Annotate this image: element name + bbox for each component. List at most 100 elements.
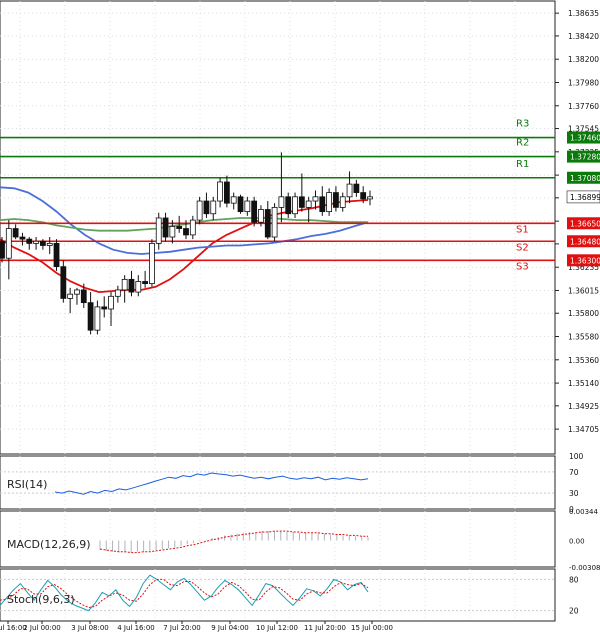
- candle-body: [230, 196, 237, 204]
- time-tick-label: 11 Jul 20:00: [304, 624, 346, 632]
- level-price-text: 1.36650: [570, 219, 600, 228]
- candle-body: [53, 242, 60, 268]
- last-price-tag: 1.36899: [566, 190, 600, 204]
- level-price-text: 1.36480: [570, 237, 600, 246]
- level-label: S2: [516, 242, 529, 253]
- level-price-text: 1.37460: [570, 134, 600, 143]
- candle-body: [74, 289, 80, 295]
- time-tick-label: 15 Jul 00:00: [351, 624, 393, 632]
- time-tick-label: 10 Jul 12:00: [256, 624, 298, 632]
- candle-body: [203, 200, 210, 215]
- stochastic-tick-label: 20: [569, 607, 579, 616]
- price-tick-label: 1.35360: [568, 356, 599, 365]
- trading-chart: R3 R2 R1 S1 S2 S3 1.38635 1.38420 1.38200 1.3798…: [0, 0, 600, 632]
- candle-body: [80, 289, 87, 304]
- candle-body: [346, 183, 353, 198]
- candle-body: [12, 228, 19, 238]
- price-tick-label: 1.35580: [568, 333, 599, 342]
- candle-body: [46, 242, 53, 246]
- price-tick-label: 1.34705: [568, 425, 599, 434]
- candle-body: [67, 293, 74, 299]
- candle-body: [305, 200, 312, 208]
- macd-title: MACD(12,26,9): [7, 538, 91, 551]
- time-tick-label: 7 Jul 20:00: [163, 624, 201, 632]
- candle-body: [196, 200, 203, 221]
- candle-body: [244, 200, 251, 213]
- macd-tick-label: 0.00: [569, 538, 585, 546]
- candle-body: [176, 226, 183, 229]
- stochastic-title: Stoch(9,6,3): [7, 593, 75, 606]
- price-tick-label: 1.35140: [568, 379, 599, 388]
- candle-body: [278, 196, 285, 208]
- price-tick-label: 1.34925: [568, 402, 599, 411]
- time-tick-label: 2 Jul 00:00: [23, 624, 61, 632]
- candle-body: [258, 209, 264, 223]
- candle-body: [223, 181, 230, 204]
- price-tick-label: 1.38420: [568, 32, 599, 41]
- rsi-tick-label: 70: [569, 468, 579, 477]
- candle-body: [183, 228, 189, 236]
- level-price-text: 1.37080: [570, 174, 600, 183]
- candle-body: [319, 196, 326, 213]
- candle-body: [94, 306, 101, 331]
- price-tick-label: 1.36015: [568, 286, 599, 295]
- candle-body: [33, 240, 39, 244]
- level-label: R2: [516, 138, 529, 149]
- candle-body: [162, 217, 169, 238]
- candle-body: [298, 196, 305, 208]
- candle-body: [312, 196, 319, 202]
- candle-body: [353, 183, 360, 193]
- price-tick-label: 1.37980: [568, 78, 599, 87]
- macd-tick-label: 0.00344: [569, 508, 598, 516]
- candle-body: [360, 192, 367, 200]
- candle-body: [264, 209, 271, 238]
- stochastic-axis: 80 20: [569, 575, 579, 615]
- level-label: R1: [516, 159, 529, 170]
- candle-body: [5, 228, 12, 259]
- candle-body: [333, 192, 339, 208]
- candle-body: [60, 266, 67, 299]
- candle-body: [87, 302, 94, 331]
- candle-body: [101, 306, 108, 310]
- candle-body: [326, 192, 333, 213]
- level-price-text: 1.37280: [570, 153, 600, 162]
- macd-axis: 0.00344 0.00 -0.00308: [569, 508, 600, 572]
- level-price-text: 1.36300: [570, 256, 600, 265]
- candle-body: [19, 236, 26, 240]
- rsi-panel: RSI(14) 10070300: [0, 452, 584, 514]
- stochastic-tick-label: 80: [569, 575, 579, 584]
- last-price-label: 1.36899: [570, 193, 600, 202]
- candle-body: [367, 196, 373, 200]
- candle-body: [251, 200, 258, 223]
- time-tick-label: 9 Jul 04:00: [211, 624, 249, 632]
- candle-body: [271, 206, 278, 238]
- rsi-tick-label: 100: [569, 452, 584, 461]
- candle-body: [114, 289, 121, 297]
- time-axis: 1 Jul 16:002 Jul 00:003 Jul 08:004 Jul 1…: [0, 621, 393, 632]
- candle-body: [142, 281, 149, 284]
- candle-body: [169, 226, 176, 238]
- price-tick-label: 1.38635: [568, 9, 599, 18]
- candle-body: [339, 196, 346, 208]
- candle-body: [217, 181, 223, 202]
- candle-body: [128, 278, 135, 293]
- candle-body: [108, 295, 114, 310]
- candle-body: [210, 200, 217, 215]
- macd-tick-label: -0.00308: [569, 564, 600, 572]
- candle-body: [0, 240, 5, 259]
- candle-body: [237, 196, 244, 213]
- stochastic-panel: Stoch(9,6,3) 80 20: [0, 568, 579, 622]
- candle-body: [135, 281, 142, 293]
- candle-body: [39, 240, 46, 246]
- level-label: S3: [516, 261, 529, 272]
- price-panel: R3 R2 R1 S1 S2 S3 1.38635 1.38420 1.38200 1.3798…: [0, 0, 600, 455]
- time-tick-label: 3 Jul 08:00: [71, 624, 109, 632]
- candle-body: [292, 196, 298, 215]
- macd-panel: MACD(12,26,9) 0.00344 0.00 -0.00308: [0, 508, 600, 572]
- level-label: S1: [516, 224, 529, 235]
- candle-body: [26, 238, 33, 244]
- level-label: R3: [516, 119, 529, 130]
- rsi-title: RSI(14): [7, 478, 47, 491]
- rsi-axis: 10070300: [569, 452, 584, 514]
- rsi-tick-label: 30: [569, 489, 579, 498]
